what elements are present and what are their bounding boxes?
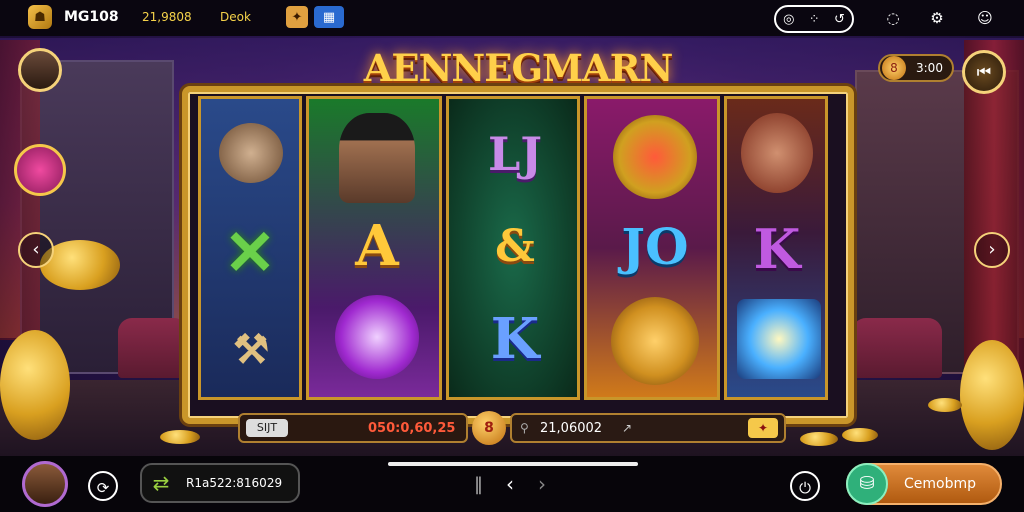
floor-coin: [928, 398, 962, 412]
reel-4: JO: [584, 96, 720, 400]
account-box[interactable]: ⇄ R1a522:816029: [140, 463, 300, 503]
floor-coin: [842, 428, 878, 442]
back-icon[interactable]: ‹: [506, 472, 514, 496]
skip-button[interactable]: ⏮: [962, 50, 1006, 94]
bonus-gem-icon[interactable]: [14, 144, 66, 196]
reel-2: A: [306, 96, 442, 400]
coin-value: 3:00: [916, 61, 943, 75]
k-symbol: K: [753, 217, 801, 281]
history-icon[interactable]: ⟳: [88, 471, 118, 501]
account-value: R1a522:816029: [186, 476, 283, 490]
lj-symbol: LJ: [487, 127, 543, 181]
floor-coin: [800, 432, 838, 446]
exit-icon[interactable]: ⏻: [790, 471, 820, 501]
a-symbol: A: [355, 213, 399, 279]
reel-3: LJ & K: [446, 96, 580, 400]
coin-pile-right: [960, 340, 1024, 450]
coin-pile-left: [0, 330, 70, 440]
credit-value: 21,06002: [540, 421, 603, 436]
max-bet-button[interactable]: ✦: [748, 418, 778, 438]
bottom-avatar[interactable]: [22, 461, 68, 507]
next-arrow-button[interactable]: ›: [974, 232, 1010, 268]
action-button-label: Cemobmp: [904, 476, 977, 492]
betting-bar: SIJT 050:0,60,25 8 ⚲ 21,06002 ↗ ✦: [238, 411, 786, 445]
credit-panel: ⚲ 21,06002 ↗ ✦: [510, 413, 786, 443]
treasure-icon[interactable]: ✦: [286, 6, 308, 28]
compass-symbol: [335, 295, 419, 379]
help-icon[interactable]: ◌: [882, 7, 904, 29]
warrior-symbol: [741, 113, 813, 193]
reel-1: ✕ ⚒: [198, 96, 302, 400]
cart-icon: ⛁: [846, 463, 888, 505]
x-symbol: ✕: [224, 215, 276, 289]
reel-5: K: [724, 96, 828, 400]
coin-icon: 8: [882, 56, 906, 80]
floor-coin: [160, 430, 200, 444]
ampersand-symbol: &: [495, 220, 535, 272]
jo-symbol: JO: [621, 216, 689, 276]
link-icon: ⇄: [152, 471, 170, 495]
left-armchair: [118, 318, 188, 378]
forward-icon[interactable]: ›: [538, 472, 546, 496]
coin-counter[interactable]: 8 3:00: [878, 54, 954, 82]
spin-coin-button[interactable]: 8: [472, 411, 506, 445]
chat-icon[interactable]: ◎: [783, 12, 794, 27]
grid-icon[interactable]: ▦: [314, 6, 344, 28]
balance-two: Deok: [220, 10, 251, 24]
action-button[interactable]: ⛁ Cemobmp: [846, 463, 1002, 505]
pause-icon[interactable]: ‖: [474, 474, 483, 495]
top-status-bar: ☗ MG108 21,9808 Deok ✦ ▦ ◎ ⁘ ↺ ◌ ⚙ ☺: [0, 0, 1024, 36]
firework-symbol: [613, 115, 697, 199]
prev-arrow-button[interactable]: ‹: [18, 232, 54, 268]
gear-icon[interactable]: ⚙: [926, 7, 948, 29]
old-man-symbol: [219, 123, 283, 183]
settings-icon[interactable]: ⁘: [809, 12, 820, 27]
gold-medallion-symbol: [611, 297, 699, 385]
win-value: 050:0,60,25: [368, 421, 456, 436]
toolbar-pill[interactable]: ◎ ⁘ ↺: [774, 5, 854, 33]
bet-label[interactable]: SIJT: [246, 419, 288, 437]
home-indicator: [388, 462, 638, 466]
treasure-chest-symbol: [737, 299, 821, 379]
right-armchair: [852, 318, 942, 378]
app-logo-icon[interactable]: ☗: [28, 5, 52, 29]
balance-one: 21,9808: [142, 10, 192, 24]
k-symbol: K: [490, 306, 540, 372]
hammer-symbol: ⚒: [233, 325, 269, 373]
profile-icon[interactable]: ☺: [974, 7, 996, 29]
cursor-icon: ↗: [622, 421, 633, 435]
bandit-symbol: [339, 113, 415, 203]
win-panel: SIJT 050:0,60,25: [238, 413, 468, 443]
lock-icon: ⚲: [520, 421, 529, 435]
refresh-icon[interactable]: ↺: [834, 12, 845, 27]
brand-name: MG108: [64, 9, 119, 25]
player-avatar[interactable]: [18, 48, 62, 92]
